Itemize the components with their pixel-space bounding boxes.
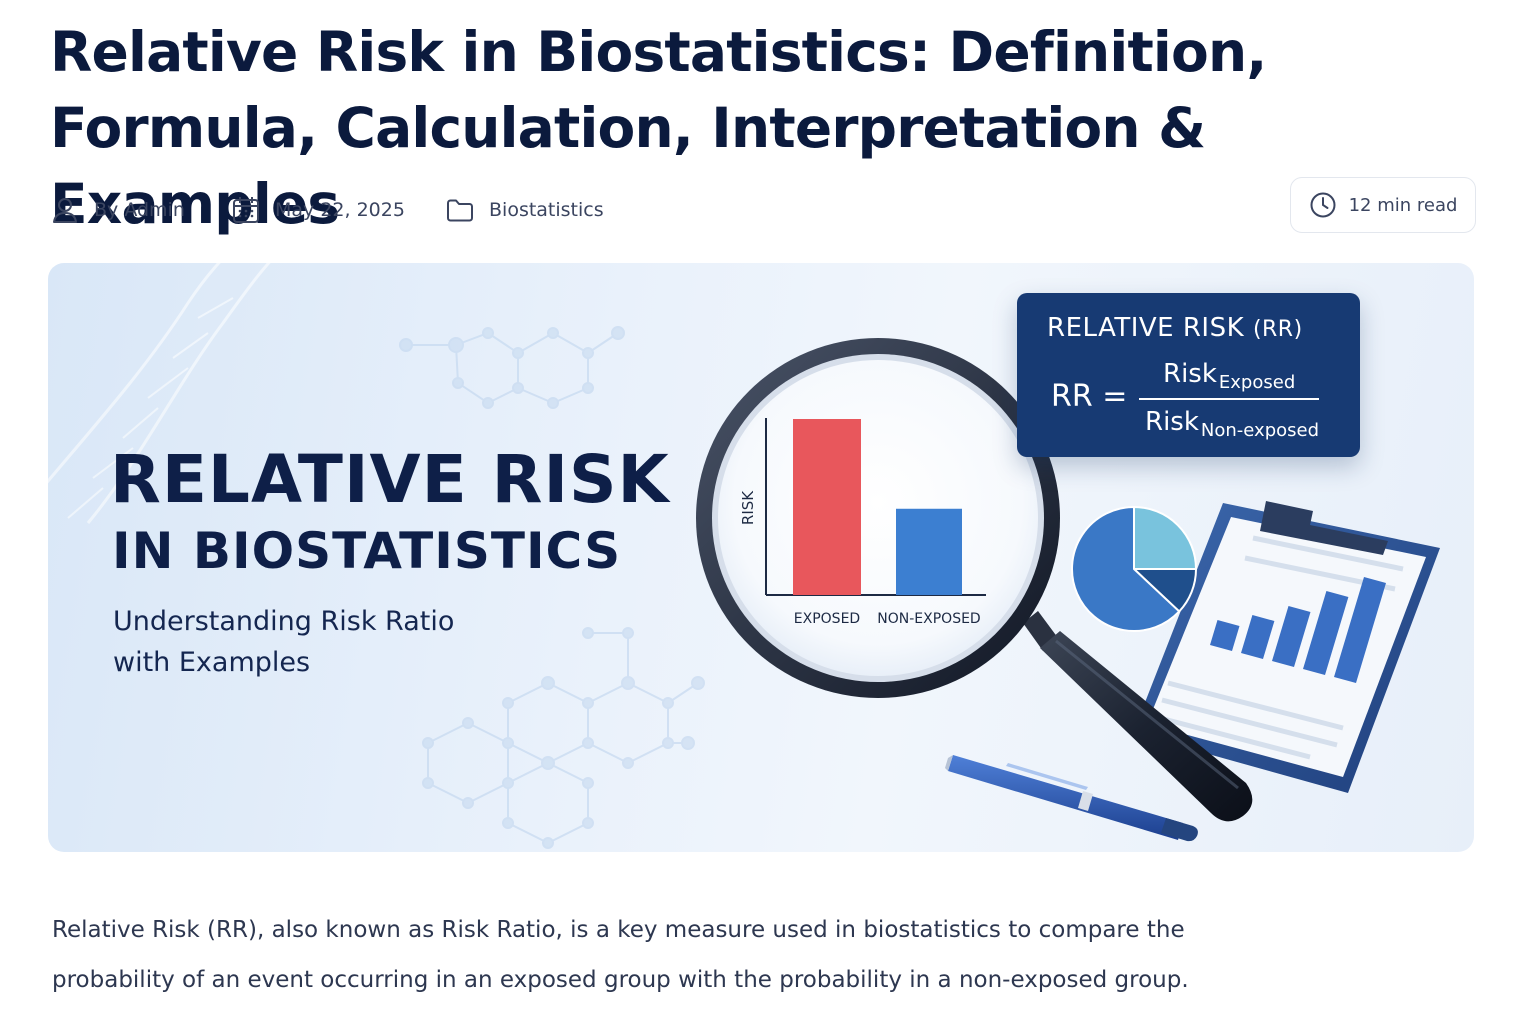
publish-date: May 22, 2025 <box>275 199 405 221</box>
read-time: 12 min read <box>1348 194 1458 216</box>
risk-bar-non-exposed <box>896 508 962 595</box>
hero-heading: RELATIVE RISK <box>110 441 670 518</box>
formula-lhs: RR = <box>1051 379 1128 414</box>
formula-card: RELATIVE RISK (RR) RR = Risk Exposed Risk… <box>1017 293 1360 457</box>
folder-icon <box>447 199 473 222</box>
author-meta[interactable]: By Admin <box>50 190 185 230</box>
read-time-badge: 12 min read <box>1290 177 1476 233</box>
risk-axis-label: RISK <box>739 490 757 525</box>
formula-denominator: Risk Non-exposed <box>1145 407 1319 441</box>
pie-slice <box>1133 505 1198 570</box>
pie-chart <box>1071 505 1198 632</box>
denominator-text: Risk <box>1145 407 1199 437</box>
denominator-sub: Non-exposed <box>1200 420 1320 441</box>
risk-category-label: NON-EXPOSED <box>877 611 980 627</box>
category-meta[interactable]: Biostatistics <box>445 190 604 230</box>
risk-category-label: EXPOSED <box>794 611 860 627</box>
intro-paragraph: Relative Risk (RR), also known as Risk R… <box>52 917 1189 993</box>
formula-numerator: Risk Exposed <box>1163 359 1295 393</box>
molecule-decoration <box>399 326 705 849</box>
numerator-text: Risk <box>1163 359 1217 389</box>
risk-bar-exposed <box>793 419 861 595</box>
hero-subheading: IN BIOSTATISTICS <box>112 522 622 580</box>
date-meta: May 22, 2025 <box>231 190 405 230</box>
hero-tagline: Understanding Risk Ratio with Examples <box>113 606 455 678</box>
fraction-bar <box>1139 398 1319 400</box>
clock-icon <box>1310 192 1336 218</box>
magnifier-lens: EXPOSED NON-EXPOSED RISK <box>696 338 1060 698</box>
formula-title-text: RELATIVE RISK <box>1047 313 1245 343</box>
category-link[interactable]: Biostatistics <box>489 199 604 221</box>
formula-title: RELATIVE RISK (RR) <box>1047 313 1303 343</box>
hero-banner: EXPOSED NON-EXPOSED RISK RELATIVE RISK IN … <box>48 263 1474 852</box>
article-meta: By Admin May 22, 2025 Biostatistics 12 m… <box>50 177 1476 233</box>
user-icon <box>53 198 77 223</box>
calendar-icon <box>233 197 259 223</box>
formula-title-abbr: (RR) <box>1252 317 1303 342</box>
author-name: By Admin <box>94 199 185 221</box>
pen-illustration <box>945 755 1198 842</box>
numerator-sub: Exposed <box>1218 372 1296 393</box>
